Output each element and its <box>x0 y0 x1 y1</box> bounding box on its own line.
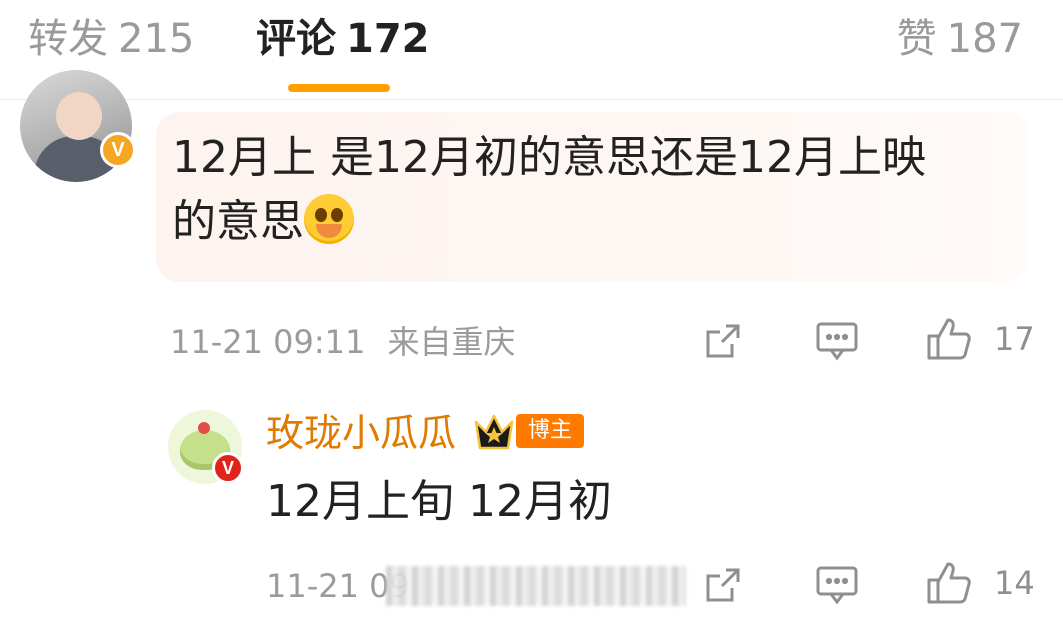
tab-like[interactable]: 赞 187 <box>897 14 1023 64</box>
like-button[interactable]: 14 <box>926 560 1035 606</box>
tab-repost-count: 215 <box>118 16 195 62</box>
share-button[interactable] <box>702 320 744 362</box>
reply-like-count: 14 <box>994 564 1035 602</box>
blurred-text-overlay <box>386 566 686 606</box>
tab-comment-label: 评论 <box>256 16 336 62</box>
reply-button[interactable] <box>815 320 859 362</box>
comment-location: 来自重庆 <box>387 323 516 361</box>
comment-like-count: 17 <box>994 320 1035 358</box>
tab-comment[interactable]: 评论 172 <box>256 14 430 64</box>
comment-timestamp: 11-21 09:11 <box>170 323 366 361</box>
comment-text-line2-wrap: 的意思 <box>172 190 1012 254</box>
tab-comment-count: 172 <box>346 16 430 62</box>
tab-repost-label: 转发 <box>28 16 108 62</box>
avatar-face-shape <box>56 92 102 140</box>
cherry-shape <box>198 422 210 434</box>
comment-icon <box>816 566 858 605</box>
verified-badge-icon: V <box>212 452 244 484</box>
blogger-badge: 博主 <box>516 414 585 448</box>
tab-like-label: 赞 <box>896 16 937 62</box>
share-button[interactable] <box>702 564 744 606</box>
tab-bar: 转发 215 评论 172 赞 187 <box>0 0 1063 100</box>
thumbs-up-icon <box>927 318 971 360</box>
thumbs-up-icon <box>927 562 971 604</box>
comment-icon <box>816 322 858 361</box>
share-icon <box>706 568 740 602</box>
tab-like-count: 187 <box>946 16 1023 62</box>
active-tab-indicator <box>288 84 390 92</box>
tab-repost[interactable]: 转发 215 <box>28 14 194 64</box>
comment-text-line1: 12月上 是12月初的意思还是12月上映 <box>172 132 926 183</box>
emoji-mouth <box>316 224 342 238</box>
reply-button[interactable] <box>815 564 859 606</box>
verified-badge-icon: V <box>100 132 136 168</box>
comment-meta: 11-21 09:11 来自重庆 <box>170 322 516 362</box>
crying-face-emoji-icon <box>304 194 354 244</box>
comment-text[interactable]: 12月上 是12月初的意思还是12月上映 的意思 <box>172 126 1012 254</box>
share-icon <box>706 324 740 358</box>
reply-username[interactable]: 玫珑小瓜瓜 <box>266 410 456 456</box>
like-button[interactable]: 17 <box>926 316 1035 362</box>
comment-text-line2: 的意思 <box>172 196 304 247</box>
reply-text[interactable]: 12月上旬 12月初 <box>266 472 612 532</box>
